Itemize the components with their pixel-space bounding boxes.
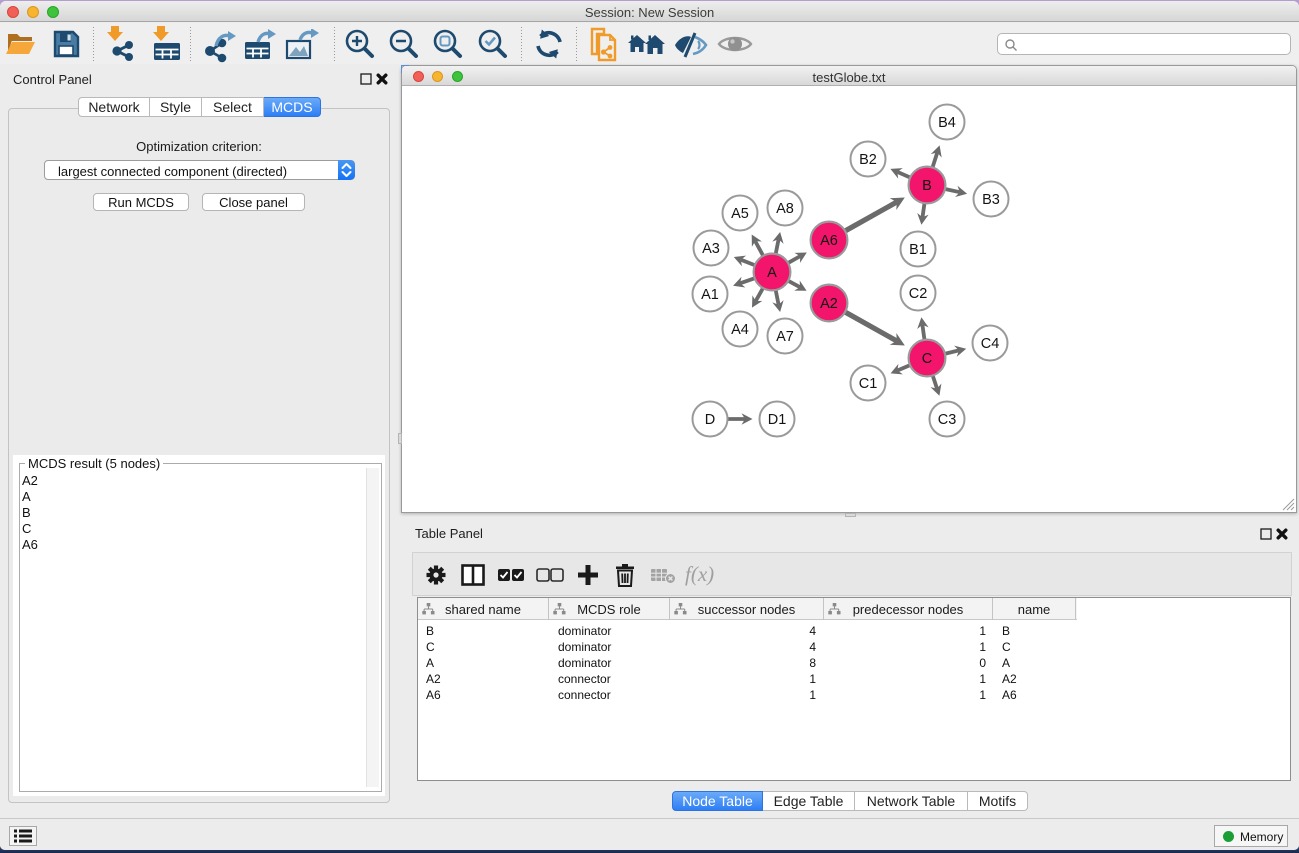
svg-text:B4: B4 [938, 115, 956, 131]
svg-text:B1: B1 [909, 242, 927, 258]
svg-text:C4: C4 [981, 336, 1000, 352]
svg-text:D: D [705, 412, 715, 428]
svg-text:A: A [767, 265, 777, 281]
svg-text:C2: C2 [909, 286, 928, 302]
svg-text:A1: A1 [701, 287, 719, 303]
svg-text:C3: C3 [938, 412, 957, 428]
svg-text:A6: A6 [820, 233, 838, 249]
svg-text:D1: D1 [768, 412, 787, 428]
svg-text:A8: A8 [776, 201, 794, 217]
svg-text:A3: A3 [702, 241, 720, 257]
svg-text:A4: A4 [731, 322, 749, 338]
svg-text:A5: A5 [731, 206, 749, 222]
svg-text:A7: A7 [776, 329, 794, 345]
svg-text:C: C [922, 351, 932, 367]
svg-text:B3: B3 [982, 192, 1000, 208]
svg-text:C1: C1 [859, 376, 878, 392]
svg-text:B2: B2 [859, 152, 877, 168]
svg-text:A2: A2 [820, 296, 838, 312]
svg-text:B: B [922, 178, 932, 194]
